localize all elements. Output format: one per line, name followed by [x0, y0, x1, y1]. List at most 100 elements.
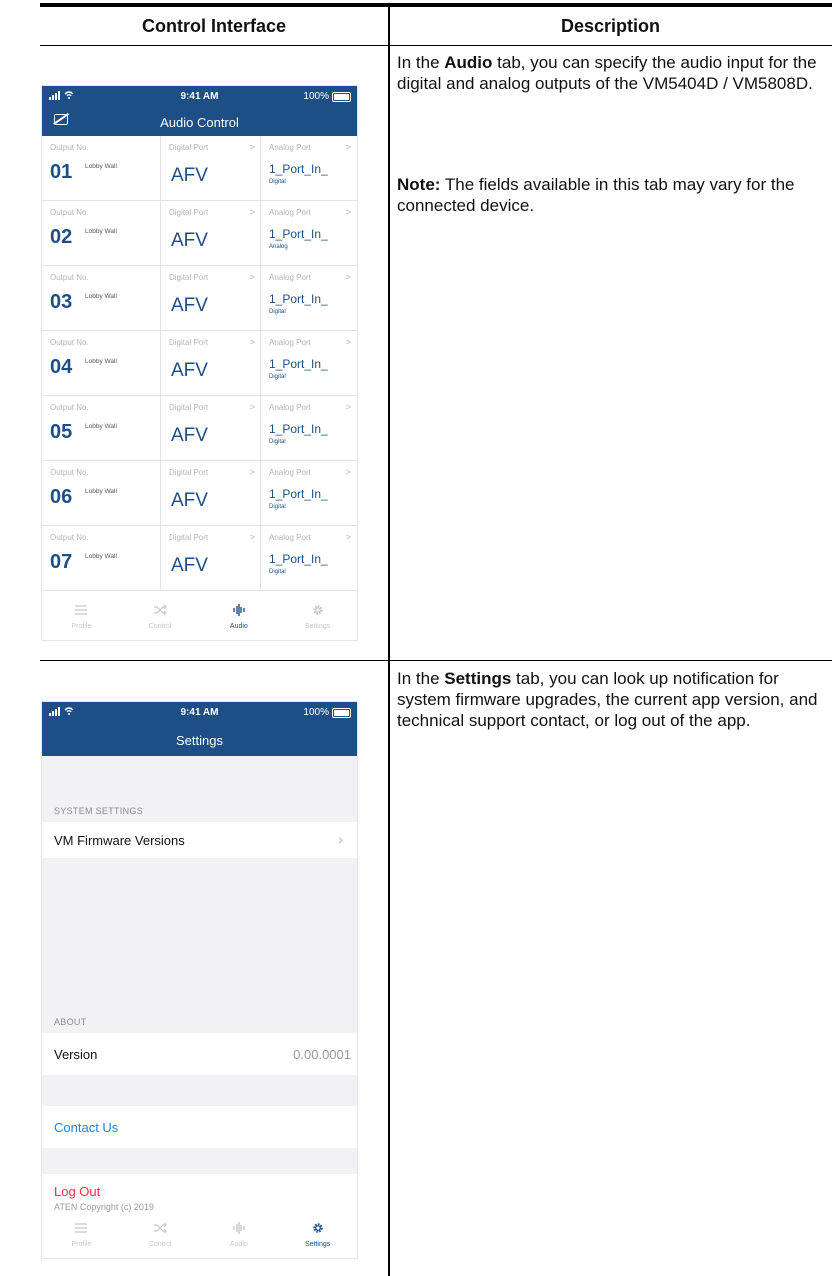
- analog-port-value: 1_Port_In_: [269, 487, 328, 501]
- header-description: Description: [560, 15, 661, 36]
- analog-port-mode: Digital: [269, 309, 286, 315]
- analog-port-value: 1_Port_In_: [269, 422, 328, 436]
- digital-port-cell[interactable]: Digital Port > AFV: [160, 201, 261, 265]
- analog-port-value: 1_Port_In_: [269, 292, 328, 306]
- nav-bar: Settings: [42, 724, 357, 756]
- output-name: Lobby Wall: [85, 163, 117, 170]
- analog-port-cell[interactable]: Analog Port >1_Port_In_ Digital: [260, 396, 357, 460]
- chevron-right-icon: >: [345, 337, 351, 347]
- output-number: 02: [50, 226, 73, 248]
- analog-port-label: Analog Port: [269, 533, 311, 542]
- row-divider: [40, 660, 832, 661]
- system-settings-header: SYSTEM SETTINGS: [54, 806, 144, 816]
- screen-title: Audio Control: [160, 114, 239, 130]
- digital-port-value: AFV: [171, 295, 208, 316]
- battery-percent: 100%: [303, 91, 329, 102]
- digital-port-cell[interactable]: Digital Port > AFV: [160, 331, 261, 395]
- firmware-versions-label: VM Firmware Versions: [54, 833, 185, 848]
- digital-port-value: AFV: [171, 490, 208, 511]
- digital-port-value: AFV: [171, 425, 208, 446]
- chevron-right-icon: >: [249, 402, 255, 412]
- output-number: 03: [50, 291, 73, 313]
- tab-audio[interactable]: Audio: [200, 1214, 279, 1258]
- output-row: Output No. 06 Lobby Wall Digital Port > AFV An…: [42, 461, 357, 526]
- audio-wave-icon: [233, 604, 245, 616]
- digital-port-cell[interactable]: Digital Port > AFV: [160, 526, 261, 590]
- analog-port-cell[interactable]: Analog Port >1_Port_In_ Digital: [260, 526, 357, 590]
- gear-icon: [312, 1223, 323, 1233]
- contact-us-row[interactable]: Contact Us: [42, 1106, 357, 1148]
- analog-port-cell[interactable]: Analog Port >1_Port_In_ Analog: [260, 201, 357, 265]
- version-label: Version: [54, 1047, 98, 1062]
- screen-title: Settings: [176, 732, 223, 748]
- version-row: Version 0.00.0001: [42, 1033, 357, 1075]
- output-number: 05: [50, 421, 73, 443]
- shuffle-icon: [154, 604, 167, 616]
- version-value: 0.00.0001: [293, 1047, 351, 1062]
- chevron-right-icon: ›: [338, 831, 343, 847]
- chevron-right-icon: >: [345, 467, 351, 477]
- output-cell: Output No. 02 Lobby Wall: [42, 201, 160, 265]
- tab-label: Settings: [304, 1241, 331, 1248]
- log-out-button[interactable]: Log Out: [54, 1184, 100, 1199]
- settings-desc-pre: In the: [397, 669, 445, 688]
- output-no-label: Output No.: [50, 143, 89, 152]
- audio-note: Note: The fields available in this tab m…: [397, 174, 827, 216]
- analog-port-cell[interactable]: Analog Port >1_Port_In_ Digital: [260, 461, 357, 525]
- chevron-right-icon: >: [249, 142, 255, 152]
- output-row: Output No. 01 Lobby Wall Digital Port > AFV An…: [42, 136, 357, 201]
- chevron-right-icon: >: [249, 272, 255, 282]
- output-name: Lobby Wall: [85, 488, 117, 495]
- output-no-label: Output No.: [50, 533, 89, 542]
- output-number: 06: [50, 486, 73, 508]
- tab-label: Audio: [229, 623, 248, 630]
- tab-profile[interactable]: Profile: [42, 1214, 121, 1258]
- firmware-versions-row[interactable]: VM Firmware Versions ›: [42, 822, 357, 858]
- digital-port-label: Digital Port: [169, 533, 209, 542]
- tab-settings[interactable]: Settings: [278, 1214, 357, 1258]
- output-name: Lobby Wall: [85, 423, 117, 430]
- tab-label: Control: [148, 1241, 172, 1248]
- settings-description: In the Settings tab, you can look up not…: [397, 668, 827, 731]
- tab-audio[interactable]: Audio: [200, 596, 279, 640]
- tab-profile[interactable]: Profile: [42, 596, 121, 640]
- output-row: Output No. 07 Lobby Wall Digital Port > AFV An…: [42, 526, 357, 591]
- tab-settings[interactable]: Settings: [278, 596, 357, 640]
- settings-screen: 9:41 AM 100% Settings SYSTEM SETTINGS VM…: [41, 701, 358, 1259]
- battery-icon: [332, 708, 351, 718]
- analog-port-mode: Digital: [269, 504, 286, 510]
- tab-control[interactable]: Control: [121, 1214, 200, 1258]
- tab-label: Settings: [304, 623, 331, 630]
- output-no-label: Output No.: [50, 208, 89, 217]
- list-icon: [75, 605, 88, 615]
- output-row: Output No. 02 Lobby Wall Digital Port > AFV An…: [42, 201, 357, 266]
- battery-percent: 100%: [303, 707, 329, 718]
- digital-port-cell[interactable]: Digital Port > AFV: [160, 266, 261, 330]
- digital-port-cell[interactable]: Digital Port > AFV: [160, 136, 261, 200]
- digital-port-label: Digital Port: [169, 468, 209, 477]
- digital-port-cell[interactable]: Digital Port > AFV: [160, 396, 261, 460]
- analog-port-label: Analog Port: [269, 468, 311, 477]
- output-row: Output No. 04 Lobby Wall Digital Port > AFV An…: [42, 331, 357, 396]
- output-row: Output No. 03 Lobby Wall Digital Port > AFV An…: [42, 266, 357, 331]
- copyright-text: ATEN Copyright (c) 2019: [54, 1202, 154, 1212]
- output-number: 04: [50, 356, 73, 378]
- analog-port-label: Analog Port: [269, 143, 311, 152]
- contact-us-link[interactable]: Contact Us: [54, 1120, 118, 1135]
- analog-port-cell[interactable]: Analog Port >1_Port_In_ Digital: [260, 136, 357, 200]
- chevron-right-icon: >: [345, 207, 351, 217]
- header-control-interface: Control Interface: [141, 15, 287, 36]
- tab-label: Control: [148, 623, 172, 630]
- video-off-icon[interactable]: [54, 114, 68, 125]
- analog-port-cell[interactable]: Analog Port >1_Port_In_ Digital: [260, 266, 357, 330]
- audio-desc-pre: In the: [397, 53, 445, 72]
- analog-port-cell[interactable]: Analog Port >1_Port_In_ Digital: [260, 331, 357, 395]
- analog-port-label: Analog Port: [269, 403, 311, 412]
- analog-port-mode: Digital: [269, 569, 286, 575]
- analog-port-label: Analog Port: [269, 208, 311, 217]
- digital-port-cell[interactable]: Digital Port > AFV: [160, 461, 261, 525]
- tab-control[interactable]: Control: [121, 596, 200, 640]
- shuffle-icon: [154, 1222, 167, 1234]
- status-bar: 9:41 AM 100%: [42, 702, 357, 724]
- output-cell: Output No. 03 Lobby Wall: [42, 266, 160, 330]
